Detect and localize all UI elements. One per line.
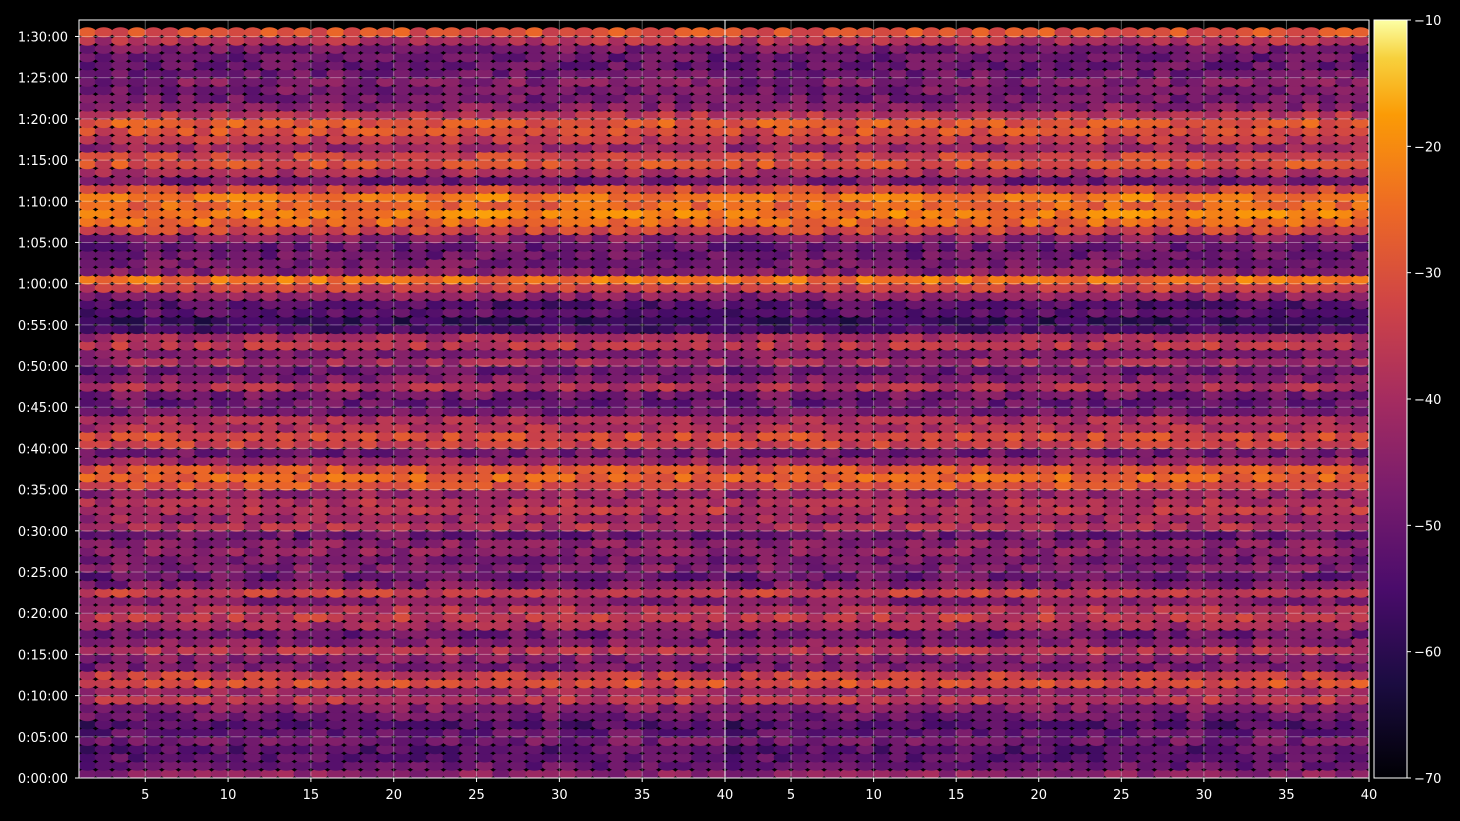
heatmap-cell [244, 27, 262, 37]
heatmap-cell [708, 27, 726, 37]
heatmap-panel-right [724, 20, 1370, 779]
heatmap-cell [542, 27, 560, 37]
heatmap-cell [277, 27, 295, 37]
heatmap-cell [675, 27, 693, 37]
heatmap-cell [509, 27, 527, 37]
heatmap-cell [410, 27, 428, 37]
heatmap-cell [393, 27, 411, 37]
heatmap-cell [327, 27, 345, 37]
heatmap-cell [608, 27, 626, 37]
heatmap-cell [161, 27, 179, 37]
heatmap-cell [426, 27, 444, 37]
heatmap-cell [691, 27, 709, 37]
heatmap-cell [111, 27, 129, 37]
heatmap-cell [343, 27, 361, 37]
heatmap-figure: 0:00:000:05:000:10:000:15:000:20:000:25:… [0, 0, 1460, 817]
figure-canvas: 0:00:000:05:000:10:000:15:000:20:000:25:… [0, 0, 1460, 817]
heatmap-cell [476, 27, 494, 37]
heatmap-cell [575, 27, 593, 37]
heatmap-cell [360, 27, 378, 37]
heatmap-cell [144, 27, 162, 37]
heatmap-cell [641, 27, 659, 37]
heatmap-cells-right [724, 27, 1370, 779]
heatmap-cell [78, 27, 96, 37]
heatmap-cell [194, 27, 212, 37]
heatmap-cell [260, 27, 278, 37]
heatmap-cell [310, 27, 328, 37]
heatmap-cell [459, 27, 477, 37]
heatmap-cell [376, 27, 394, 37]
heatmap-cell [211, 27, 229, 37]
heatmap-cell [525, 27, 543, 37]
heatmap-cell [658, 27, 676, 37]
heatmap-cell [625, 27, 643, 37]
heatmap-panel-left [78, 20, 726, 779]
heatmap-cells-left [78, 27, 726, 779]
heatmap-cell [592, 27, 610, 37]
heatmap-cell [95, 27, 113, 37]
heatmap-cell [294, 27, 312, 37]
heatmap-cell [443, 27, 461, 37]
heatmap-cell [492, 27, 510, 37]
heatmap-cell [227, 27, 245, 37]
heatmap-cell [178, 27, 196, 37]
heatmap-cell [128, 27, 146, 37]
heatmap-cell [559, 27, 577, 37]
